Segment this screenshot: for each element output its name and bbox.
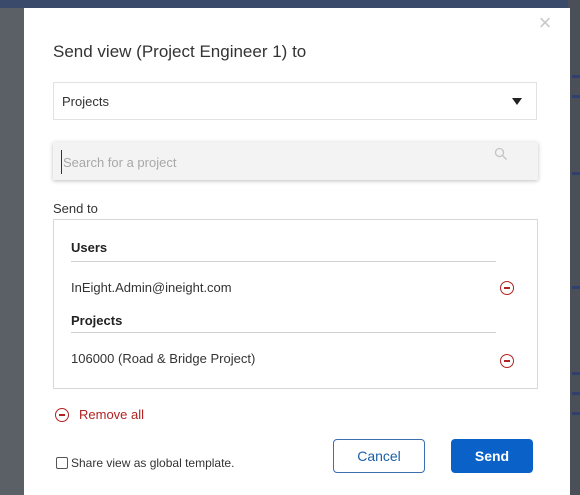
send-view-dialog: × Send view (Project Engineer 1) to Proj…	[24, 8, 570, 495]
recipient-user: InEight.Admin@ineight.com	[71, 280, 232, 295]
caret-down-icon	[512, 98, 522, 105]
target-type-value: Projects	[62, 94, 109, 109]
target-type-select[interactable]: Projects	[53, 82, 537, 120]
projects-divider	[71, 332, 496, 333]
project-search-input[interactable]	[61, 150, 485, 174]
cancel-button[interactable]: Cancel	[333, 439, 425, 473]
close-icon[interactable]: ×	[536, 12, 554, 34]
users-group-heading: Users	[71, 240, 108, 255]
projects-group-heading: Projects	[71, 313, 123, 328]
dialog-title: Send view (Project Engineer 1) to	[53, 42, 307, 61]
share-template-checkbox[interactable]	[56, 457, 68, 469]
users-divider	[71, 261, 496, 262]
remove-all-label: Remove all	[79, 407, 145, 422]
remove-user-icon[interactable]	[500, 281, 514, 295]
send-to-label: Send to	[53, 201, 98, 216]
recipient-project: 106000 (Road & Bridge Project)	[71, 351, 256, 366]
remove-project-icon[interactable]	[500, 354, 514, 368]
background-app-header	[0, 0, 580, 8]
share-template-label: Share view as global template.	[71, 456, 235, 470]
recipients-list: Users InEight.Admin@ineight.com Projects…	[53, 219, 538, 389]
project-search	[53, 142, 538, 180]
search-icon	[494, 147, 507, 160]
remove-all-icon	[55, 408, 69, 422]
send-button[interactable]: Send	[451, 439, 533, 473]
